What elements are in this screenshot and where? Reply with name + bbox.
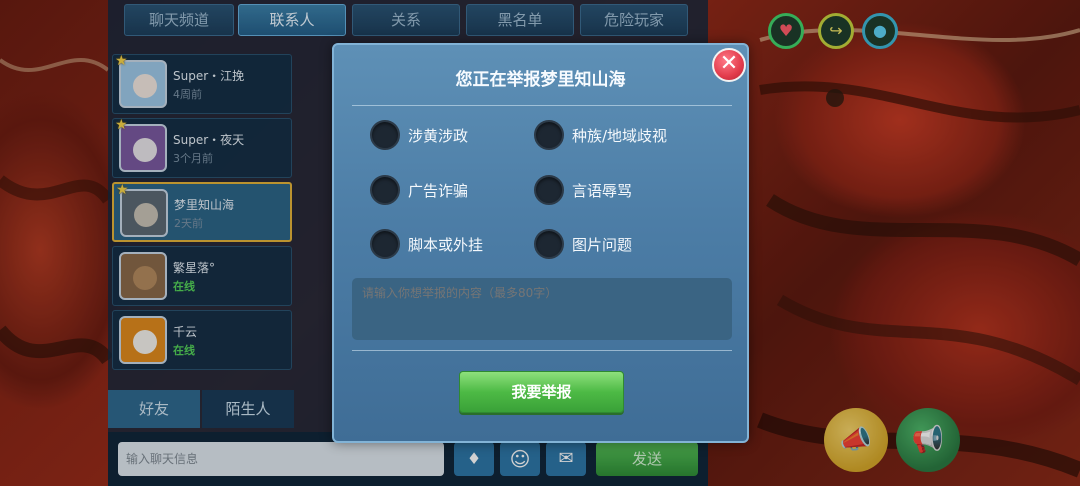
close-icon: ✕ [719,51,739,76]
report-option-label: 种族/地域歧视 [572,126,668,145]
report-option[interactable]: 种族/地域歧视 [534,119,667,151]
report-dialog-title: 您正在举报梦里知山海 [455,70,626,90]
report-option[interactable]: 涉黄涉政 [370,119,468,151]
radio-button[interactable] [370,175,400,205]
report-option-label: 广告诈骗 [408,181,469,200]
report-dialog: 您正在举报梦里知山海 ✕ 涉黄涉政 种族/地域歧视 广告诈骗 言语辱骂 脚本或外… [332,43,749,443]
divider [352,105,732,106]
submit-report-button[interactable]: 我要举报 [459,371,624,413]
report-option-label: 涉黄涉政 [408,126,469,145]
radio-button[interactable] [534,120,564,150]
report-option[interactable]: 图片问题 [534,228,632,260]
radio-button[interactable] [370,229,400,259]
report-option-label: 言语辱骂 [572,181,633,200]
radio-button[interactable] [534,175,564,205]
close-button[interactable]: ✕ [712,48,746,82]
report-option[interactable]: 广告诈骗 [370,174,468,206]
divider [352,350,732,351]
radio-button[interactable] [534,229,564,259]
report-option[interactable]: 脚本或外挂 [370,228,483,260]
report-content-input[interactable] [352,278,732,340]
report-option-label: 脚本或外挂 [408,235,484,254]
report-option-label: 图片问题 [572,235,633,254]
report-option[interactable]: 言语辱骂 [534,174,632,206]
radio-button[interactable] [370,120,400,150]
